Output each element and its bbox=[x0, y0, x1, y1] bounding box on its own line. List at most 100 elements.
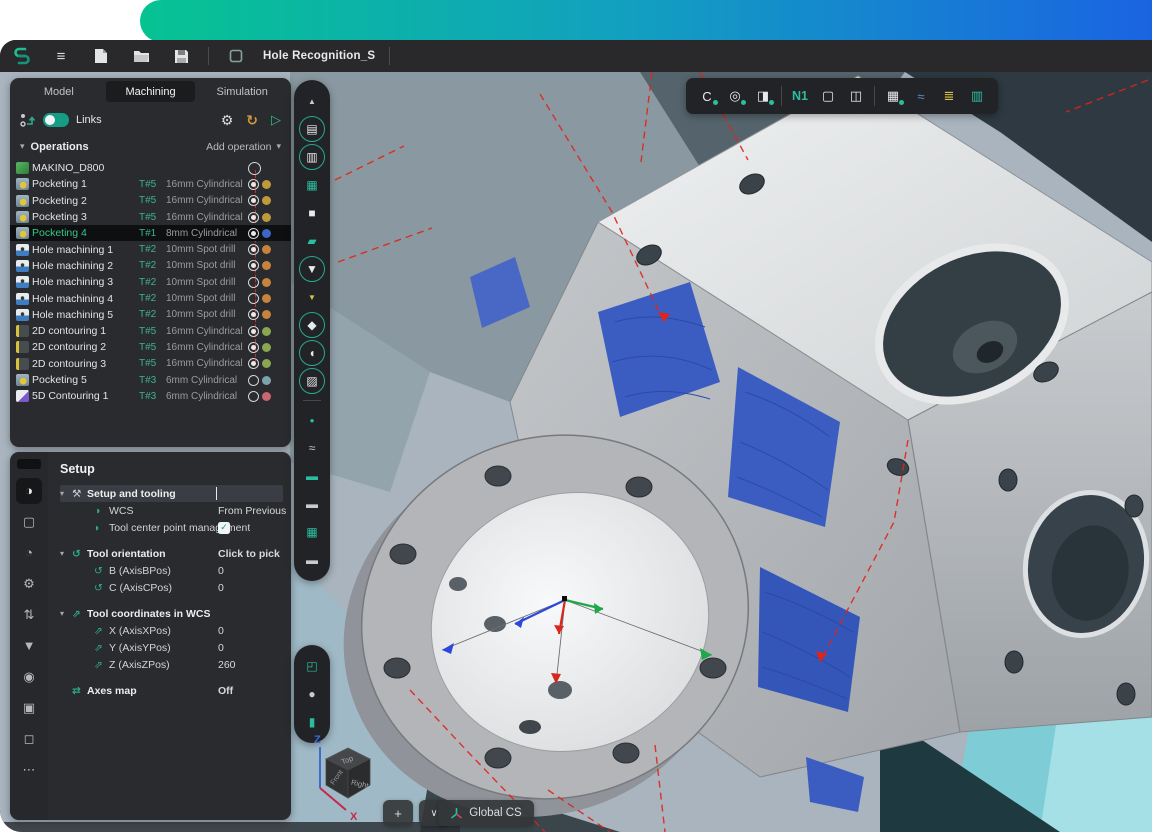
turning-icon[interactable]: ◔ bbox=[16, 540, 42, 566]
setup-row[interactable]: ↺ C (AxisCPos) 0 bbox=[60, 579, 283, 596]
setup-row-value[interactable]: 260 bbox=[218, 659, 291, 671]
operation-color-dot[interactable] bbox=[262, 327, 271, 336]
fixture-icon[interactable]: ▰ bbox=[299, 228, 325, 254]
add-operation-button[interactable]: Add operation ▾ bbox=[206, 141, 281, 153]
graph-icon[interactable]: ≈ bbox=[907, 83, 935, 109]
operation-row[interactable]: Pocketing 2 T#5 16mm Cylindrical bbox=[10, 193, 291, 209]
view-cube[interactable]: Z X Top Front Right bbox=[308, 730, 380, 824]
layers-icon[interactable]: ≣ bbox=[935, 83, 963, 109]
curve-icon[interactable]: ≈ bbox=[299, 435, 325, 461]
snap-icon[interactable]: C bbox=[693, 83, 721, 109]
scroll-up-icon[interactable]: ▲ bbox=[299, 88, 325, 114]
setup-row[interactable]: ⇗ X (AxisXPos) 0 bbox=[60, 622, 283, 639]
shading-icon[interactable]: ● bbox=[299, 681, 325, 707]
operation-row[interactable]: Hole machining 5 T#2 10mm Spot drill bbox=[10, 307, 291, 323]
operation-color-dot[interactable] bbox=[264, 164, 273, 173]
clamp-icon[interactable]: ◻ bbox=[16, 726, 42, 752]
operation-color-dot[interactable] bbox=[262, 180, 271, 189]
operation-visibility-radio[interactable] bbox=[248, 309, 259, 320]
setup-row[interactable]: ▾ ↺ Tool orientation Click to pick bbox=[60, 545, 283, 562]
stock-icon[interactable]: ▥ bbox=[299, 144, 325, 170]
run-simulation-icon[interactable]: ▷ bbox=[271, 112, 281, 128]
workpiece-icon[interactable]: ■ bbox=[299, 200, 325, 226]
holder-icon[interactable]: ◖ bbox=[299, 340, 325, 366]
operation-color-dot[interactable] bbox=[262, 196, 271, 205]
operation-color-dot[interactable] bbox=[262, 310, 271, 319]
operation-row[interactable]: 5D Contouring 1 T#3 6mm Cylindrical bbox=[10, 388, 291, 404]
setup-row[interactable]: ⇗ Z (AxisZPos) 260 bbox=[60, 656, 283, 673]
setup-row-value[interactable]: Off bbox=[218, 685, 291, 697]
operation-visibility-radio[interactable] bbox=[248, 326, 259, 337]
links-toggle[interactable] bbox=[43, 113, 69, 127]
setup-row[interactable]: ◗ Tool center point management ✓ bbox=[60, 519, 283, 536]
control-panel-icon[interactable]: ▢ bbox=[814, 83, 842, 109]
recalculate-icon[interactable]: ↻ bbox=[246, 112, 258, 129]
operation-visibility-radio[interactable] bbox=[248, 260, 259, 271]
operation-color-dot[interactable] bbox=[262, 278, 271, 287]
operation-color-dot[interactable] bbox=[262, 229, 271, 238]
operation-visibility-radio[interactable] bbox=[248, 179, 259, 190]
operation-visibility-radio[interactable] bbox=[248, 277, 259, 288]
operation-color-dot[interactable] bbox=[262, 376, 271, 385]
mode-tab[interactable]: Machining bbox=[106, 81, 196, 102]
operation-row[interactable]: Hole machining 4 T#2 10mm Spot drill bbox=[10, 290, 291, 306]
more-icon[interactable]: ⋯ bbox=[16, 757, 42, 783]
operation-visibility-radio[interactable] bbox=[248, 162, 261, 175]
solid-body-icon[interactable]: ▬ bbox=[299, 547, 325, 573]
operation-row[interactable]: Hole machining 3 T#2 10mm Spot drill bbox=[10, 274, 291, 290]
operation-visibility-radio[interactable] bbox=[248, 358, 259, 369]
row-chevron-icon[interactable]: ▾ bbox=[60, 489, 72, 498]
operation-color-dot[interactable] bbox=[262, 245, 271, 254]
operation-color-dot[interactable] bbox=[262, 359, 271, 368]
operation-color-dot[interactable] bbox=[262, 343, 271, 352]
setup-row-value[interactable]: 0 bbox=[218, 625, 291, 637]
operation-row[interactable]: 2D contouring 1 T#5 16mm Cylindrical bbox=[10, 323, 291, 339]
machine-sim-icon[interactable]: ▤ bbox=[299, 116, 325, 142]
coolant-icon[interactable]: ◉ bbox=[16, 664, 42, 690]
calculator-icon[interactable]: ▦ bbox=[879, 83, 907, 109]
stats-icon[interactable]: ▥ bbox=[963, 83, 991, 109]
operation-row[interactable]: Pocketing 5 T#3 6mm Cylindrical bbox=[10, 372, 291, 388]
operation-row[interactable]: Pocketing 4 T#1 8mm Cylindrical bbox=[10, 225, 291, 241]
measure-icon[interactable]: ◎ bbox=[721, 83, 749, 109]
operation-row[interactable]: Pocketing 3 T#5 16mm Cylindrical bbox=[10, 209, 291, 225]
operation-row[interactable]: Hole machining 2 T#2 10mm Spot drill bbox=[10, 258, 291, 274]
operation-visibility-radio[interactable] bbox=[248, 391, 259, 402]
setup-row[interactable]: ▾ ⇗ Tool coordinates in WCS bbox=[60, 605, 283, 622]
operation-color-dot[interactable] bbox=[262, 392, 271, 401]
mode-tab[interactable]: Simulation bbox=[197, 81, 287, 102]
setup-row-value[interactable]: 0 bbox=[218, 582, 291, 594]
global-cs-button[interactable]: Global CS bbox=[438, 800, 534, 826]
operation-color-dot[interactable] bbox=[262, 213, 271, 222]
point-icon[interactable]: ● bbox=[299, 407, 325, 433]
save-icon[interactable] bbox=[168, 45, 194, 67]
operation-visibility-radio[interactable] bbox=[248, 375, 259, 386]
caliper-icon[interactable]: ◨ bbox=[749, 83, 777, 109]
operation-visibility-radio[interactable] bbox=[248, 195, 259, 206]
setup-row[interactable]: ⇗ Y (AxisYPos) 0 bbox=[60, 639, 283, 656]
tool-icon[interactable]: ▼ bbox=[299, 256, 325, 282]
drill-setup-icon[interactable]: ▼ bbox=[16, 633, 42, 659]
surface-icon[interactable]: ▬ bbox=[299, 463, 325, 489]
operation-visibility-radio[interactable] bbox=[248, 342, 259, 353]
workpiece-setup-icon[interactable]: ▢ bbox=[16, 509, 42, 535]
setup-row[interactable]: ⇄ Axes map Off bbox=[60, 682, 283, 699]
operation-row[interactable]: 2D contouring 2 T#5 16mm Cylindrical bbox=[10, 339, 291, 355]
stock-result-icon[interactable]: ▦ bbox=[299, 172, 325, 198]
mesh-surface-icon[interactable]: ▦ bbox=[299, 519, 325, 545]
operation-color-dot[interactable] bbox=[262, 261, 271, 270]
setup-row-checkbox[interactable]: ✓ bbox=[218, 522, 230, 534]
settings-gear-icon[interactable]: ⚙ bbox=[221, 112, 234, 129]
operation-visibility-radio[interactable] bbox=[248, 212, 259, 223]
holders-check-icon[interactable]: ◫ bbox=[842, 83, 870, 109]
setup-row-value[interactable]: 0 bbox=[218, 642, 291, 654]
operation-row[interactable]: MAKINO_D800 bbox=[10, 160, 291, 176]
wcs-setup-icon[interactable]: ◑ bbox=[16, 478, 42, 504]
separator[interactable] bbox=[874, 86, 875, 106]
divider[interactable] bbox=[303, 400, 321, 401]
menu-icon[interactable]: ≡ bbox=[48, 45, 74, 67]
fixture-setup-icon[interactable]: ▣ bbox=[16, 695, 42, 721]
toolpath-icon[interactable]: ◆ bbox=[299, 312, 325, 338]
fit-view-icon[interactable]: ◰ bbox=[299, 653, 325, 679]
separator[interactable] bbox=[781, 86, 782, 106]
